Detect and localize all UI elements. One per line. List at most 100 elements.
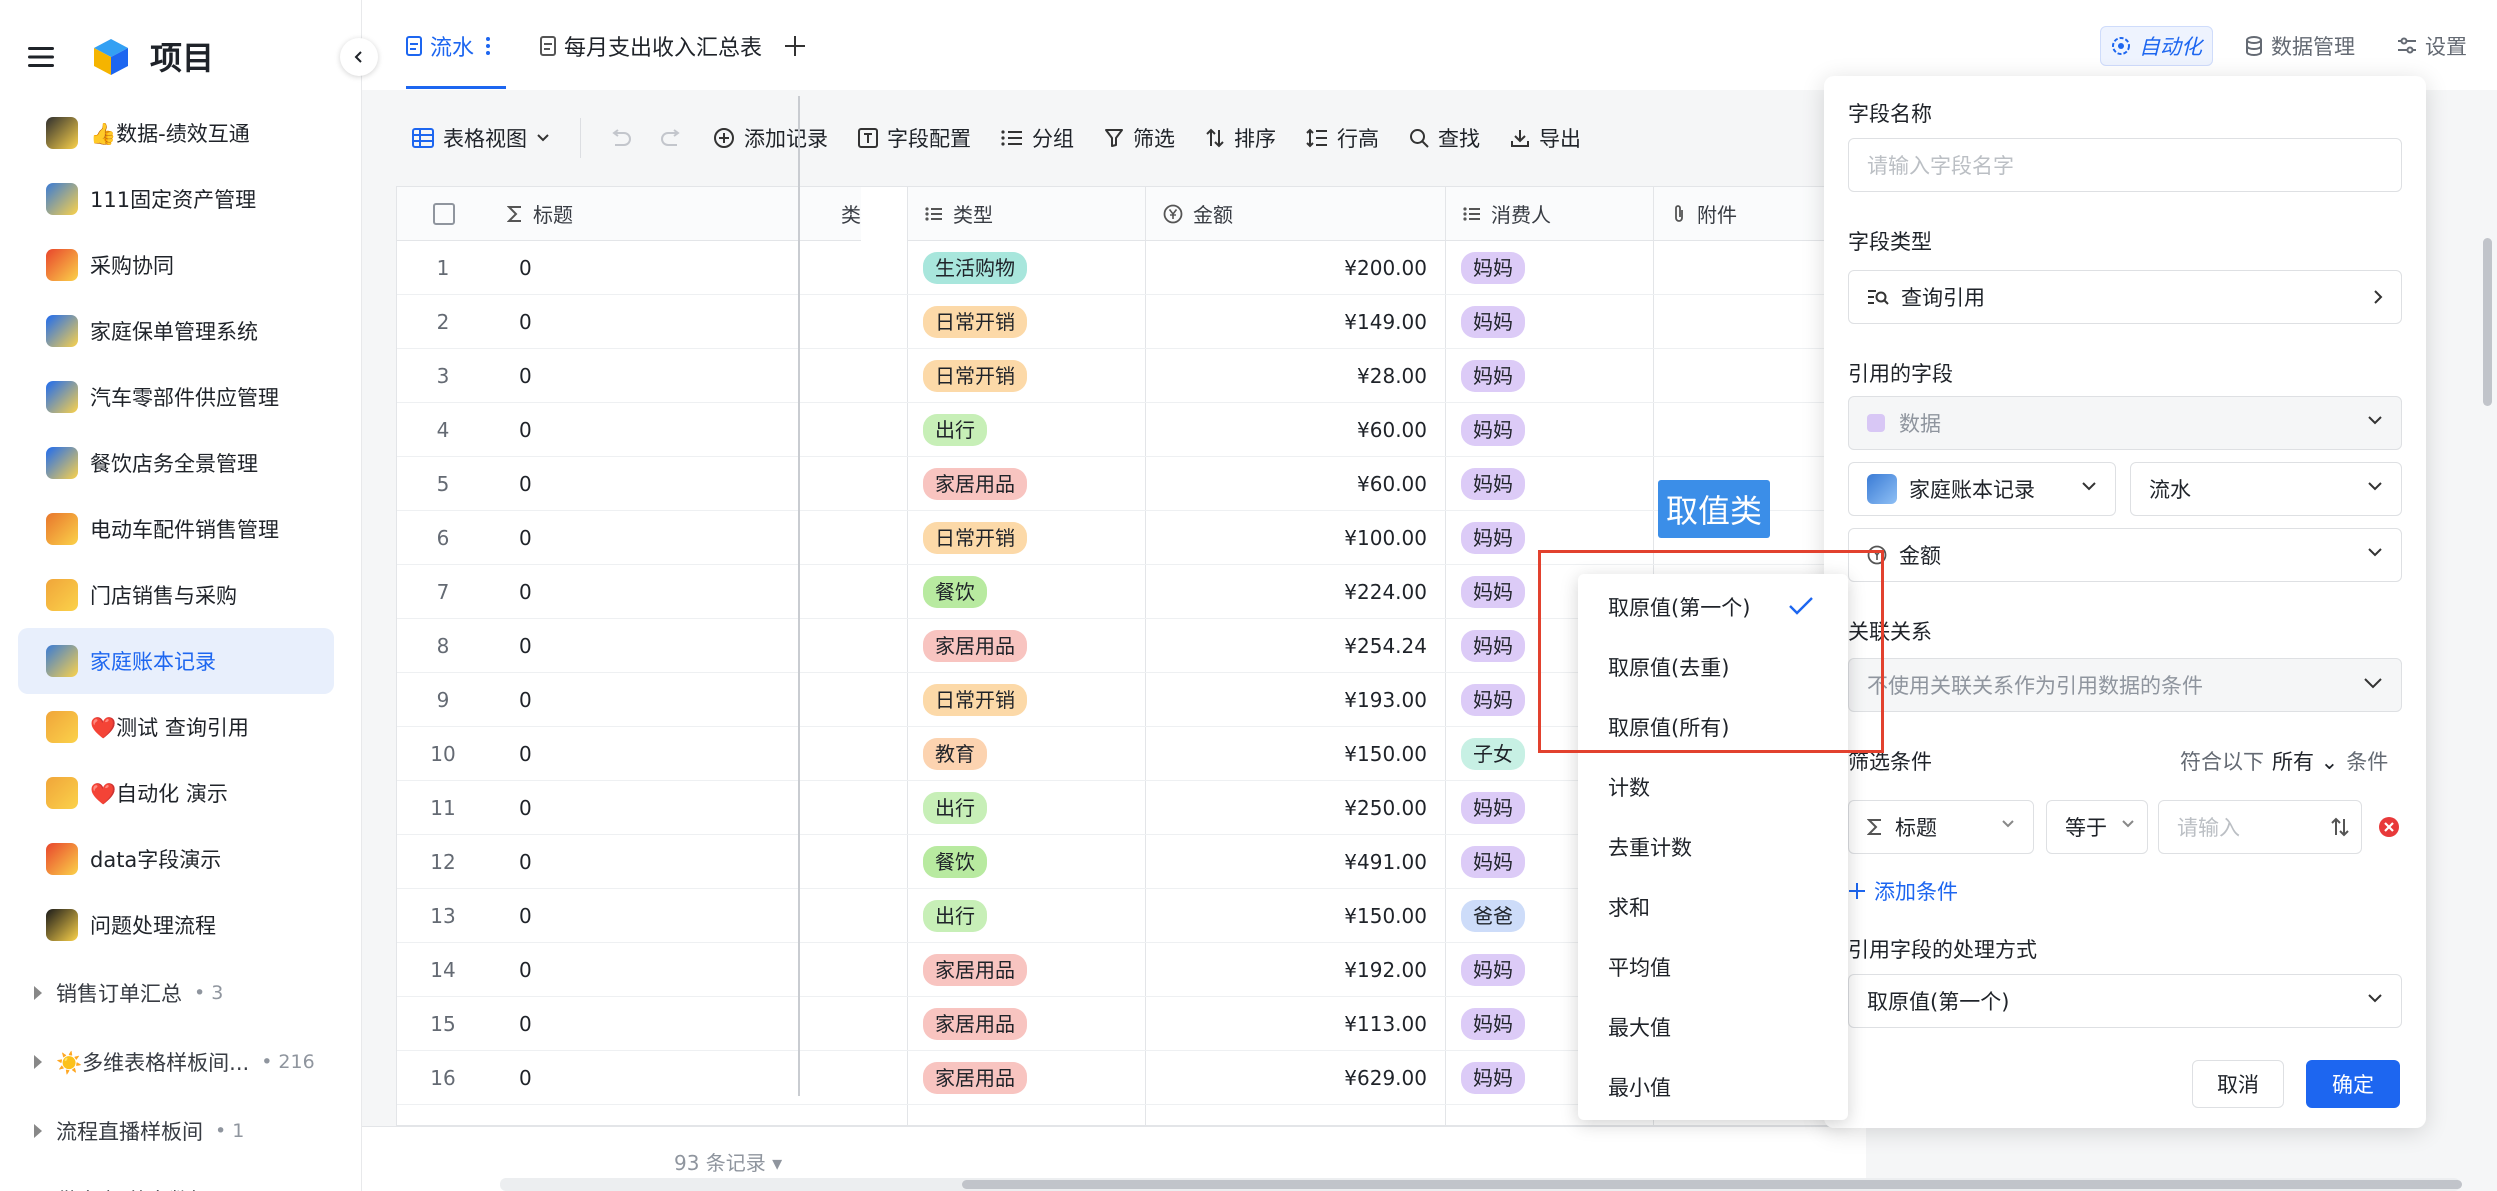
- cell-title[interactable]: 0: [461, 835, 907, 889]
- sidebar-item[interactable]: 采购协同: [18, 232, 334, 298]
- cell-type[interactable]: 日常开销: [907, 673, 1145, 727]
- cell-type[interactable]: 家居用品: [907, 1051, 1145, 1105]
- relation-select[interactable]: 不使用关联关系作为引用数据的条件: [1848, 658, 2402, 712]
- cell-title[interactable]: 0: [461, 565, 907, 619]
- cell-amount[interactable]: ¥150.00: [1145, 727, 1445, 781]
- cell-title[interactable]: 0: [461, 403, 907, 457]
- remove-condition-icon[interactable]: [2378, 816, 2400, 838]
- row-number[interactable]: 7: [397, 565, 461, 619]
- swap-icon[interactable]: [2331, 817, 2349, 837]
- sidebar-item[interactable]: 111固定资产管理: [18, 166, 334, 232]
- view-switcher[interactable]: 表格视图: [412, 123, 550, 153]
- dropdown-option[interactable]: 求和: [1608, 892, 1650, 922]
- match-mode-select[interactable]: 所有 ⌄: [2272, 746, 2338, 776]
- sidebar-item[interactable]: 家庭账本记录: [18, 628, 334, 694]
- cell-title[interactable]: 0: [461, 781, 907, 835]
- cell-type[interactable]: 餐饮: [907, 835, 1145, 889]
- row-number[interactable]: 13: [397, 889, 461, 943]
- sidebar-item[interactable]: 👍数据-绩效互通: [18, 100, 334, 166]
- sidebar-item[interactable]: 电动车配件销售管理: [18, 496, 334, 562]
- cell-amount[interactable]: ¥60.00: [1145, 403, 1445, 457]
- redo-button[interactable]: [661, 129, 683, 147]
- column-header-amount[interactable]: 金额: [1145, 187, 1445, 241]
- processing-select[interactable]: 取原值(第一个): [1848, 974, 2402, 1028]
- sidebar-item[interactable]: 问题处理流程: [18, 892, 334, 958]
- cell-title[interactable]: 0: [461, 889, 907, 943]
- dropdown-option[interactable]: 取原值(第一个): [1608, 592, 1750, 622]
- sidebar-item[interactable]: ❤️测试 查询引用: [18, 694, 334, 760]
- row-number[interactable]: 3: [397, 349, 461, 403]
- sidebar-item[interactable]: 汽车零部件供应管理: [18, 364, 334, 430]
- row-number[interactable]: 9: [397, 673, 461, 727]
- record-count[interactable]: 93 条记录 ▾: [674, 1147, 782, 1176]
- column-header-type[interactable]: 类型: [907, 187, 1145, 241]
- condition-field-select[interactable]: 标题: [1848, 800, 2034, 854]
- confirm-button[interactable]: 确定: [2306, 1060, 2400, 1108]
- cell-amount[interactable]: ¥150.00: [1145, 889, 1445, 943]
- cell-title[interactable]: 0: [461, 241, 907, 295]
- dropdown-option[interactable]: 取原值(去重): [1608, 652, 1729, 682]
- sidebar-group[interactable]: 流程直播样板间 • 1: [18, 1096, 334, 1165]
- cell-type[interactable]: 餐饮: [907, 565, 1145, 619]
- source-view-select[interactable]: 流水: [2130, 462, 2402, 516]
- row-number[interactable]: 4: [397, 403, 461, 457]
- sidebar-group[interactable]: ☀️多维表格样板间... • 216: [18, 1027, 334, 1096]
- horizontal-scrollbar[interactable]: [962, 1180, 2462, 1189]
- cell-consumer[interactable]: 妈妈: [1445, 241, 1653, 295]
- filter-button[interactable]: 筛选: [1104, 123, 1175, 153]
- cell-title[interactable]: 0: [461, 997, 907, 1051]
- sidebar-item[interactable]: data字段演示: [18, 826, 334, 892]
- dropdown-option[interactable]: 计数: [1608, 772, 1650, 802]
- cell-amount[interactable]: ¥254.24: [1145, 619, 1445, 673]
- row-number[interactable]: 16: [397, 1051, 461, 1105]
- dropdown-option[interactable]: 去重计数: [1608, 832, 1692, 862]
- field-type-select[interactable]: 查询引用: [1848, 270, 2402, 324]
- add-record-button[interactable]: 添加记录: [713, 123, 828, 153]
- add-condition-button[interactable]: 添加条件: [1848, 876, 1958, 906]
- row-number[interactable]: 2: [397, 295, 461, 349]
- cell-amount[interactable]: ¥113.00: [1145, 997, 1445, 1051]
- dropdown-option[interactable]: 平均值: [1608, 952, 1671, 982]
- sort-button[interactable]: 排序: [1205, 123, 1276, 153]
- column-header-title[interactable]: 标题: [533, 199, 573, 228]
- row-number[interactable]: 6: [397, 511, 461, 565]
- source-table-select[interactable]: 家庭账本记录: [1848, 462, 2116, 516]
- cell-consumer[interactable]: 妈妈: [1445, 403, 1653, 457]
- source-field-select[interactable]: 金额: [1848, 528, 2402, 582]
- tab-monthly-summary[interactable]: 每月支出收入汇总表: [540, 30, 762, 62]
- field-name-input[interactable]: 请输入字段名字: [1848, 138, 2402, 192]
- sidebar-item[interactable]: 门店销售与采购: [18, 562, 334, 628]
- sidebar-item[interactable]: 家庭保单管理系统: [18, 298, 334, 364]
- dropdown-option[interactable]: 最小值: [1608, 1072, 1671, 1102]
- cell-type[interactable]: 出行: [907, 889, 1145, 943]
- dropdown-option[interactable]: 最大值: [1608, 1012, 1671, 1042]
- select-all-checkbox[interactable]: [433, 202, 455, 225]
- cell-type[interactable]: 家居用品: [907, 457, 1145, 511]
- cell-title[interactable]: 0: [461, 457, 907, 511]
- dropdown-option[interactable]: 取原值(所有): [1608, 712, 1729, 742]
- cell-consumer[interactable]: 妈妈: [1445, 349, 1653, 403]
- cell-type[interactable]: 出行: [907, 403, 1145, 457]
- tab-flow[interactable]: 流水: [406, 30, 491, 62]
- condition-value-input[interactable]: 请输入: [2158, 800, 2362, 854]
- cell-type[interactable]: 生活购物: [907, 241, 1145, 295]
- undo-button[interactable]: [609, 129, 631, 147]
- row-number[interactable]: 15: [397, 997, 461, 1051]
- cell-title[interactable]: 0: [461, 511, 907, 565]
- column-header-type-partial[interactable]: 类型: [799, 187, 861, 241]
- cell-title[interactable]: 0: [461, 619, 907, 673]
- sidebar-group[interactable]: 销售订单汇总 • 3: [18, 958, 334, 1027]
- add-tab-button[interactable]: [784, 30, 806, 62]
- row-number[interactable]: 12: [397, 835, 461, 889]
- cell-amount[interactable]: ¥60.00: [1145, 457, 1445, 511]
- cell-amount[interactable]: ¥149.00: [1145, 295, 1445, 349]
- frozen-column-divider[interactable]: [798, 96, 800, 1096]
- cell-type[interactable]: 家居用品: [907, 997, 1145, 1051]
- cell-amount[interactable]: ¥250.00: [1145, 781, 1445, 835]
- cell-amount[interactable]: ¥200.00: [1145, 241, 1445, 295]
- cell-type[interactable]: 日常开销: [907, 295, 1145, 349]
- cell-type[interactable]: 日常开销: [907, 349, 1145, 403]
- cancel-button[interactable]: 取消: [2192, 1060, 2284, 1108]
- row-number[interactable]: 5: [397, 457, 461, 511]
- cell-title[interactable]: 0: [461, 295, 907, 349]
